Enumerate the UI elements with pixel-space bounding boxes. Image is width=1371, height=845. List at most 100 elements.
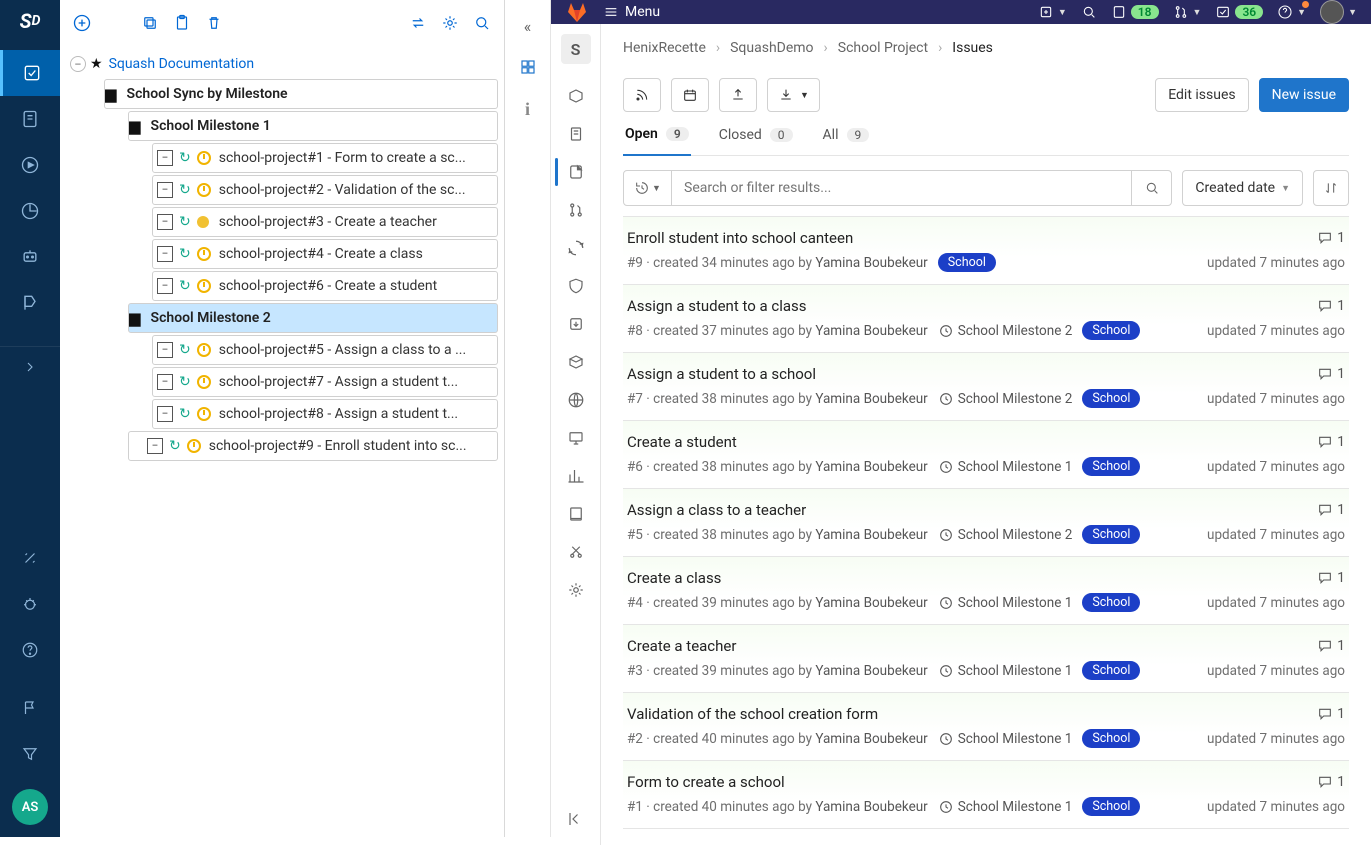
crumb[interactable]: HenixRecette (623, 40, 706, 56)
issue-milestone[interactable]: School Milestone 1 (938, 459, 1073, 475)
tree-leaf[interactable]: – ↻ school-project#2 - Validation of the… (152, 175, 498, 205)
side-settings-icon[interactable] (556, 574, 596, 606)
gitlab-logo-icon[interactable] (565, 0, 589, 24)
issue-comments[interactable]: 1 (1317, 298, 1345, 314)
issue-title[interactable]: Create a student (627, 433, 737, 451)
squash-logo[interactable]: SD (10, 6, 50, 36)
issue-title[interactable]: Assign a student to a school (627, 365, 816, 383)
issue-title[interactable]: Create a class (627, 569, 721, 587)
edit-issues-button[interactable]: Edit issues (1155, 78, 1248, 112)
side-collapse-icon[interactable] (556, 803, 596, 835)
issue-row[interactable]: Create a student 1 #6 · created 38 minut… (623, 421, 1349, 489)
add-button[interactable] (70, 11, 94, 35)
nav-testcase-icon[interactable] (0, 96, 60, 142)
nav-tools-icon[interactable] (0, 535, 60, 581)
issue-milestone[interactable]: School Milestone 2 (938, 323, 1073, 339)
tree-leaf[interactable]: – ↻ school-project#8 - Assign a student … (152, 399, 498, 429)
issue-comments[interactable]: 1 (1317, 230, 1345, 246)
issue-label[interactable]: School (1082, 797, 1140, 816)
topbar-search-icon[interactable] (1081, 4, 1097, 20)
search-button[interactable] (470, 11, 494, 35)
issue-label[interactable]: School (1082, 593, 1140, 612)
sort-dropdown[interactable]: Created date▼ (1182, 170, 1303, 206)
crumb[interactable]: School Project (838, 40, 928, 56)
user-menu[interactable]: ▼ (1320, 0, 1357, 24)
issue-row[interactable]: Assign a class to a teacher 1 #5 · creat… (623, 489, 1349, 557)
todos-counter[interactable]: 36 (1215, 4, 1263, 20)
issue-row[interactable]: Assign a student to a class 1 #8 · creat… (623, 285, 1349, 353)
issue-milestone[interactable]: School Milestone 1 (938, 731, 1073, 747)
project-avatar[interactable]: S (561, 34, 591, 64)
issue-comments[interactable]: 1 (1317, 774, 1345, 790)
tab-all[interactable]: All9 (821, 126, 872, 155)
nav-report-icon[interactable] (0, 188, 60, 234)
nav-automation-icon[interactable] (0, 234, 60, 280)
issue-label[interactable]: School (1082, 729, 1140, 748)
issue-author[interactable]: Yamina Boubekeur (815, 459, 927, 475)
issue-milestone[interactable]: School Milestone 2 (938, 391, 1073, 407)
menu-button[interactable]: Menu (603, 4, 660, 20)
issue-row[interactable]: Form to create a school 1 #1 · created 4… (623, 761, 1349, 829)
gutter-dashboard-icon[interactable] (508, 46, 548, 88)
side-deploy-icon[interactable] (556, 308, 596, 340)
tree-leaf[interactable]: – ↻ school-project#9 - Enroll student in… (128, 431, 498, 461)
tree-leaf[interactable]: – ↻ school-project#7 - Assign a student … (152, 367, 498, 397)
sync-button[interactable] (406, 11, 430, 35)
issue-title[interactable]: Assign a class to a teacher (627, 501, 806, 519)
paste-button[interactable] (170, 11, 194, 35)
side-infra-icon[interactable] (556, 384, 596, 416)
issue-title[interactable]: Enroll student into school canteen (627, 229, 853, 247)
issue-row[interactable]: Enroll student into school canteen 1 #9 … (623, 217, 1349, 285)
tree-leaf[interactable]: – ↻ school-project#5 - Assign a class to… (152, 335, 498, 365)
issue-comments[interactable]: 1 (1317, 366, 1345, 382)
collapse-panel-button[interactable]: « (508, 6, 548, 46)
issue-title[interactable]: Assign a student to a class (627, 297, 807, 315)
issue-row[interactable]: Validation of the school creation form 1… (623, 693, 1349, 761)
side-packages-icon[interactable] (556, 346, 596, 378)
tree-leaf[interactable]: – ↻ school-project#1 - Form to create a … (152, 143, 498, 173)
side-issues-icon[interactable] (556, 156, 596, 188)
gutter-info-icon[interactable]: i (508, 88, 548, 130)
tree-leaf[interactable]: – ↻ school-project#6 - Create a student (152, 271, 498, 301)
search-input[interactable] (672, 171, 1131, 205)
issue-label[interactable]: School (1082, 321, 1140, 340)
issue-row[interactable]: Create a class 1 #4 · created 39 minutes… (623, 557, 1349, 625)
tree-root[interactable]: – ★ Squash Documentation (66, 49, 498, 79)
issue-milestone[interactable]: School Milestone 2 (938, 527, 1073, 543)
nav-bug-icon[interactable] (0, 581, 60, 627)
calendar-button[interactable] (671, 78, 709, 112)
settings-button[interactable] (438, 11, 462, 35)
side-monitor-icon[interactable] (556, 422, 596, 454)
issues-counter[interactable]: 18 (1111, 4, 1159, 20)
issue-comments[interactable]: 1 (1317, 638, 1345, 654)
issue-author[interactable]: Yamina Boubekeur (815, 663, 927, 679)
issue-label[interactable]: School (1082, 661, 1140, 680)
issue-author[interactable]: Yamina Boubekeur (815, 323, 927, 339)
nav-actionword-icon[interactable] (0, 280, 60, 326)
issue-comments[interactable]: 1 (1317, 570, 1345, 586)
side-repo-icon[interactable] (556, 118, 596, 150)
issue-comments[interactable]: 1 (1317, 502, 1345, 518)
issue-author[interactable]: Yamina Boubekeur (815, 527, 927, 543)
tree-milestone-selected[interactable]: – ▆ School Milestone 2 (128, 303, 498, 333)
nav-requirements-icon[interactable] (0, 50, 60, 96)
tree-leaf[interactable]: – ↻ school-project#3 - Create a teacher (152, 207, 498, 237)
sort-direction-button[interactable] (1313, 170, 1349, 206)
tree-leaf[interactable]: – ↻ school-project#4 - Create a class (152, 239, 498, 269)
nav-filter-icon[interactable] (0, 731, 60, 777)
collapse-icon[interactable]: – (70, 56, 86, 72)
issue-author[interactable]: Yamina Boubekeur (815, 595, 927, 611)
search-submit-icon[interactable] (1131, 171, 1171, 205)
side-analytics-icon[interactable] (556, 460, 596, 492)
side-mr-icon[interactable] (556, 194, 596, 226)
issue-label[interactable]: School (1082, 457, 1140, 476)
new-dropdown[interactable]: ▼ (1038, 4, 1067, 20)
issue-label[interactable]: School (1082, 525, 1140, 544)
issue-milestone[interactable]: School Milestone 1 (938, 595, 1073, 611)
issue-label[interactable]: School (1082, 389, 1140, 408)
tab-open[interactable]: Open9 (623, 126, 691, 156)
issue-title[interactable]: Validation of the school creation form (627, 705, 878, 723)
issue-author[interactable]: Yamina Boubekeur (815, 391, 927, 407)
issue-label[interactable]: School (938, 253, 996, 272)
issue-author[interactable]: Yamina Boubekeur (815, 255, 927, 271)
